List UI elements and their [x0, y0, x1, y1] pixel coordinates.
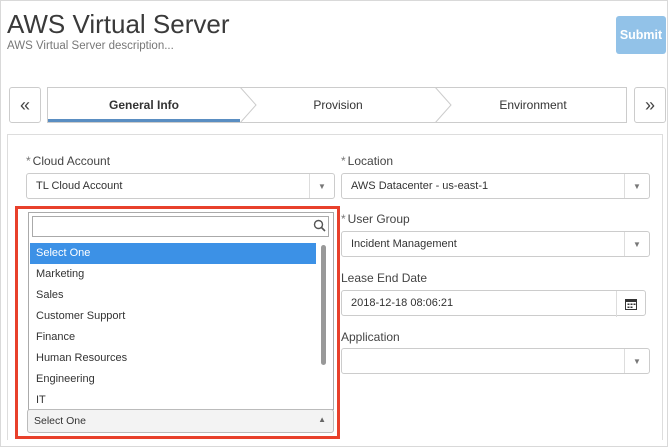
submit-button[interactable]: Submit [616, 16, 666, 54]
previous-step-button[interactable]: « [9, 87, 41, 123]
lease-end-date-label: Lease End Date [341, 271, 428, 285]
application-select[interactable]: ▼ [341, 348, 650, 374]
page-description: AWS Virtual Server description... [7, 40, 174, 52]
wizard-steps: General Info Provision Environment [47, 87, 627, 123]
step-label: Provision [313, 98, 363, 112]
active-step-indicator [48, 119, 240, 122]
user-group-select[interactable]: Incident Management ▼ [341, 231, 650, 257]
chevron-down-icon: ▼ [624, 174, 649, 198]
chevron-down-icon: ▼ [624, 232, 649, 256]
location-label: * Location [341, 154, 394, 168]
user-group-label: * User Group [341, 212, 410, 226]
next-step-button[interactable]: » [634, 87, 666, 123]
chevron-down-icon: ▼ [624, 349, 649, 373]
cloud-account-label: * Cloud Account [26, 154, 111, 168]
lease-end-date-input[interactable]: 2018-12-18 08:06:21 [341, 290, 646, 317]
page-title: AWS Virtual Server [7, 9, 230, 39]
application-label: Application [341, 330, 400, 344]
annotation-highlight-box [15, 206, 340, 439]
double-chevron-right-icon: » [644, 94, 655, 115]
chevron-down-icon: ▼ [309, 174, 334, 198]
calendar-icon[interactable] [616, 291, 645, 317]
step-provision[interactable]: Provision [248, 88, 428, 122]
cloud-account-select[interactable]: TL Cloud Account ▼ [26, 173, 335, 199]
step-label: General Info [108, 98, 179, 112]
step-label: Environment [499, 98, 567, 112]
step-environment[interactable]: Environment [443, 88, 623, 122]
step-general-info[interactable]: General Info [48, 88, 240, 122]
location-select[interactable]: AWS Datacenter - us-east-1 ▼ [341, 173, 650, 199]
double-chevron-left-icon: « [19, 94, 30, 115]
